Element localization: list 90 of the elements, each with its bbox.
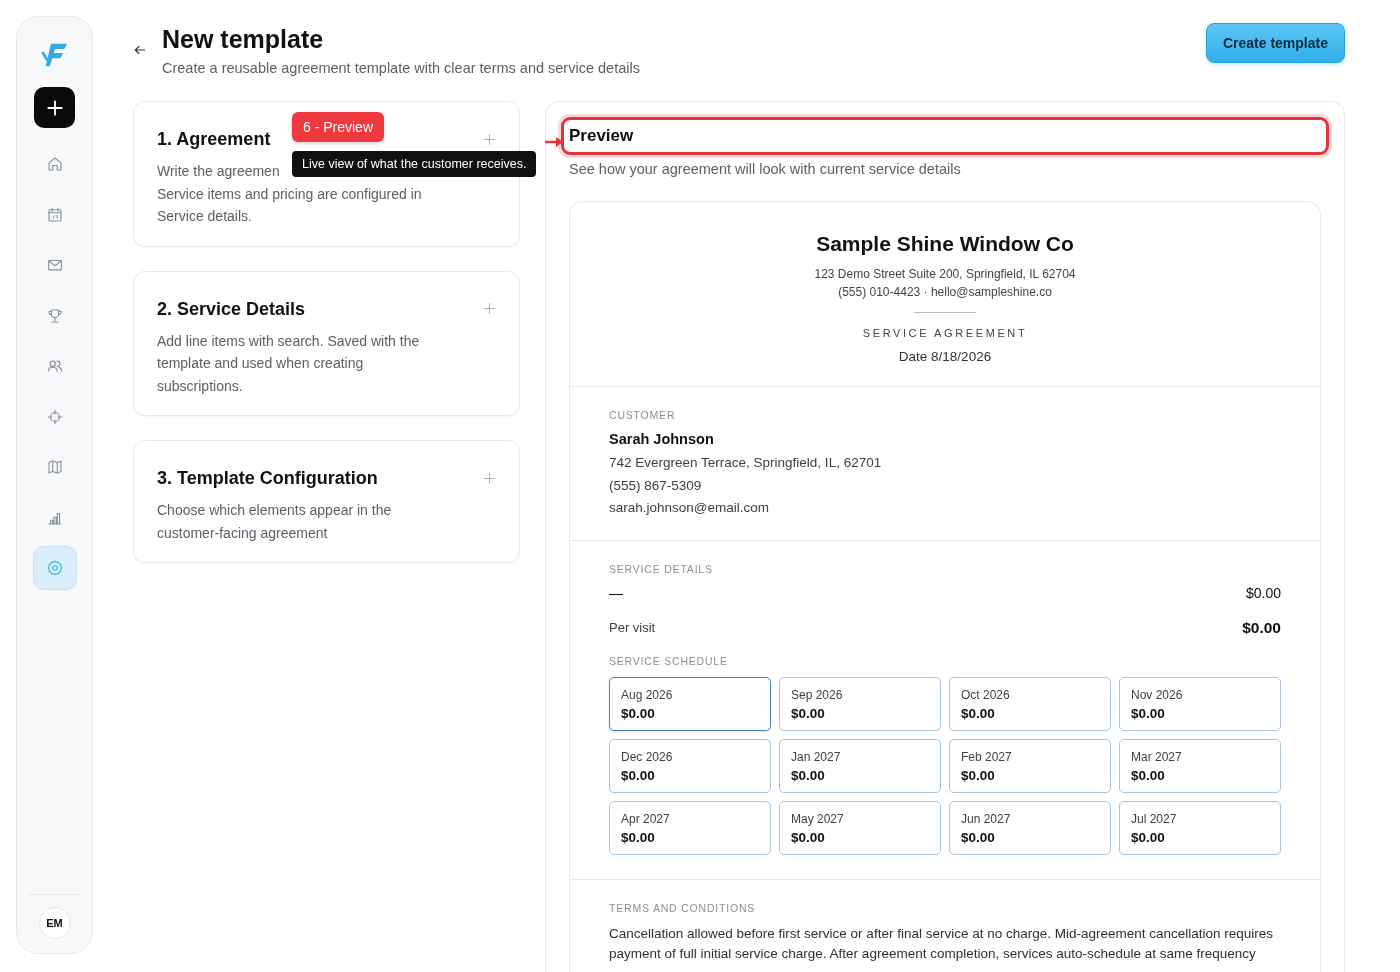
month-label: May 2027: [791, 811, 845, 826]
terms-text: Cancellation allowed before first service or after final service at no charge. Mid-agreement cancellation requires payment of full initial service charge. After agreement completion, services auto-schedule at same frequency: [609, 924, 1275, 963]
preview-title: Preview: [561, 117, 1329, 155]
pointer-arrow-icon: [544, 136, 564, 148]
customer-phone: (555) 867-5309: [609, 476, 703, 495]
step-description: template and used when creating: [157, 354, 364, 373]
section-label: TERMS AND CONDITIONS: [609, 901, 757, 914]
schedule-month-card[interactable]: Mar 2027 $0.00: [1119, 738, 1281, 793]
line-item-amount: $0.00: [1245, 584, 1281, 601]
document-date: Date 8/18/2026: [897, 349, 993, 364]
section-label: CUSTOMER: [609, 409, 677, 421]
back-arrow-icon: [133, 43, 147, 57]
expand-button[interactable]: [483, 471, 496, 485]
customer-email: sarah.johnson@email.com: [609, 499, 771, 517]
total-amount: $0.00: [1242, 618, 1281, 637]
step-description: subscriptions.: [157, 376, 243, 396]
home-icon: [45, 155, 64, 173]
create-template-button[interactable]: Create template: [1205, 23, 1345, 63]
section-label: SERVICE SCHEDULE: [609, 654, 729, 667]
company-contact: (555) 010-4423 · hello@sampleshine.co: [837, 283, 1053, 301]
schedule-month-card[interactable]: Dec 2026 $0.00: [609, 738, 771, 793]
month-label: Apr 2027: [621, 811, 671, 826]
month-amount: $0.00: [791, 705, 826, 721]
step-description: Choose which elements appear in the: [157, 501, 392, 520]
line-item-name: —: [609, 584, 623, 601]
nav-item[interactable]: [32, 546, 77, 590]
total-label: Per visit: [609, 620, 656, 635]
month-label: Aug 2026: [621, 687, 674, 702]
plus-icon: [483, 471, 496, 485]
month-amount: $0.00: [1131, 829, 1166, 845]
schedule-month-card[interactable]: May 2027 $0.00: [779, 800, 941, 855]
month-label: Jun 2027: [961, 811, 1012, 826]
schedule-month-card[interactable]: Jul 2027 $0.00: [1119, 800, 1281, 855]
company-name: Sample Shine Window Co: [815, 232, 1075, 256]
month-amount: $0.00: [621, 829, 656, 845]
calendar-icon: [45, 205, 64, 224]
tooltip: Live view of what the customer receives.: [292, 151, 537, 177]
step-description: Service details.: [157, 207, 252, 226]
schedule-month-card[interactable]: Jan 2027 $0.00: [779, 738, 941, 793]
month-label: Feb 2027: [961, 749, 1013, 764]
tour-step-badge: 6 - Preview: [292, 112, 385, 142]
schedule-month-card[interactable]: Apr 2027 $0.00: [609, 800, 771, 855]
month-amount: $0.00: [961, 705, 996, 721]
section-label: SERVICE DETAILS: [609, 562, 714, 575]
month-label: Jan 2027: [791, 749, 842, 764]
new-button[interactable]: [34, 87, 75, 128]
schedule-month-card[interactable]: Nov 2026 $0.00: [1119, 676, 1281, 731]
schedule-month-card[interactable]: Aug 2026 $0.00: [609, 676, 771, 731]
map-icon: [45, 458, 64, 476]
company-address: 123 Demo Street Suite 200, Springfield, IL 62704: [813, 266, 1077, 283]
step-description: Service items and pricing are configured in: [157, 184, 422, 204]
schedule-month-card[interactable]: Oct 2026 $0.00: [949, 676, 1111, 731]
expand-button[interactable]: [483, 132, 496, 146]
schedule-month-card[interactable]: Feb 2027 $0.00: [949, 738, 1111, 793]
back-button[interactable]: [133, 43, 147, 57]
trophy-icon: [45, 306, 64, 325]
page-title: New template: [162, 24, 325, 55]
month-amount: $0.00: [621, 767, 656, 783]
expand-button[interactable]: [483, 302, 496, 315]
page-subtitle: Create a reusable agreement template with clear terms and service details: [162, 60, 641, 76]
plus-icon: [483, 132, 496, 146]
month-label: Dec 2026: [621, 749, 674, 764]
month-label: Jul 2027: [1131, 811, 1178, 826]
user-avatar[interactable]: EM: [38, 907, 71, 939]
step-description: Add line items with search. Saved with the: [157, 331, 420, 351]
month-label: Mar 2027: [1131, 749, 1183, 764]
step-description: Write the agreemen: [157, 162, 280, 181]
schedule-month-card[interactable]: Jun 2027 $0.00: [949, 800, 1111, 855]
step-description: customer-facing agreement: [157, 523, 328, 543]
month-amount: $0.00: [1131, 705, 1166, 721]
gear-icon: [45, 559, 64, 577]
schedule-month-card[interactable]: Sep 2026 $0.00: [779, 676, 941, 731]
month-label: Nov 2026: [1131, 687, 1184, 702]
step-title: 2. Service Details: [157, 297, 306, 321]
month-label: Sep 2026: [791, 687, 844, 702]
plus-icon: [483, 302, 496, 315]
month-amount: $0.00: [791, 767, 826, 783]
month-amount: $0.00: [621, 705, 656, 721]
month-amount: $0.00: [1131, 767, 1166, 783]
crosshair-icon: [45, 407, 64, 426]
month-label: Oct 2026: [961, 687, 1011, 702]
step-title: 1. Agreement: [157, 128, 271, 151]
month-amount: $0.00: [791, 829, 826, 845]
customer-address: 742 Evergreen Terrace, Springfield, IL, 62701: [609, 454, 883, 472]
step-title: 3. Template Configuration: [157, 467, 378, 490]
preview-subtitle: See how your agreement will look with current service details: [569, 161, 962, 177]
document-type: SERVICE AGREEMENT: [861, 327, 1029, 339]
month-amount: $0.00: [961, 767, 996, 783]
month-amount: $0.00: [961, 829, 996, 845]
customer-name: Sarah Johnson: [609, 431, 715, 447]
